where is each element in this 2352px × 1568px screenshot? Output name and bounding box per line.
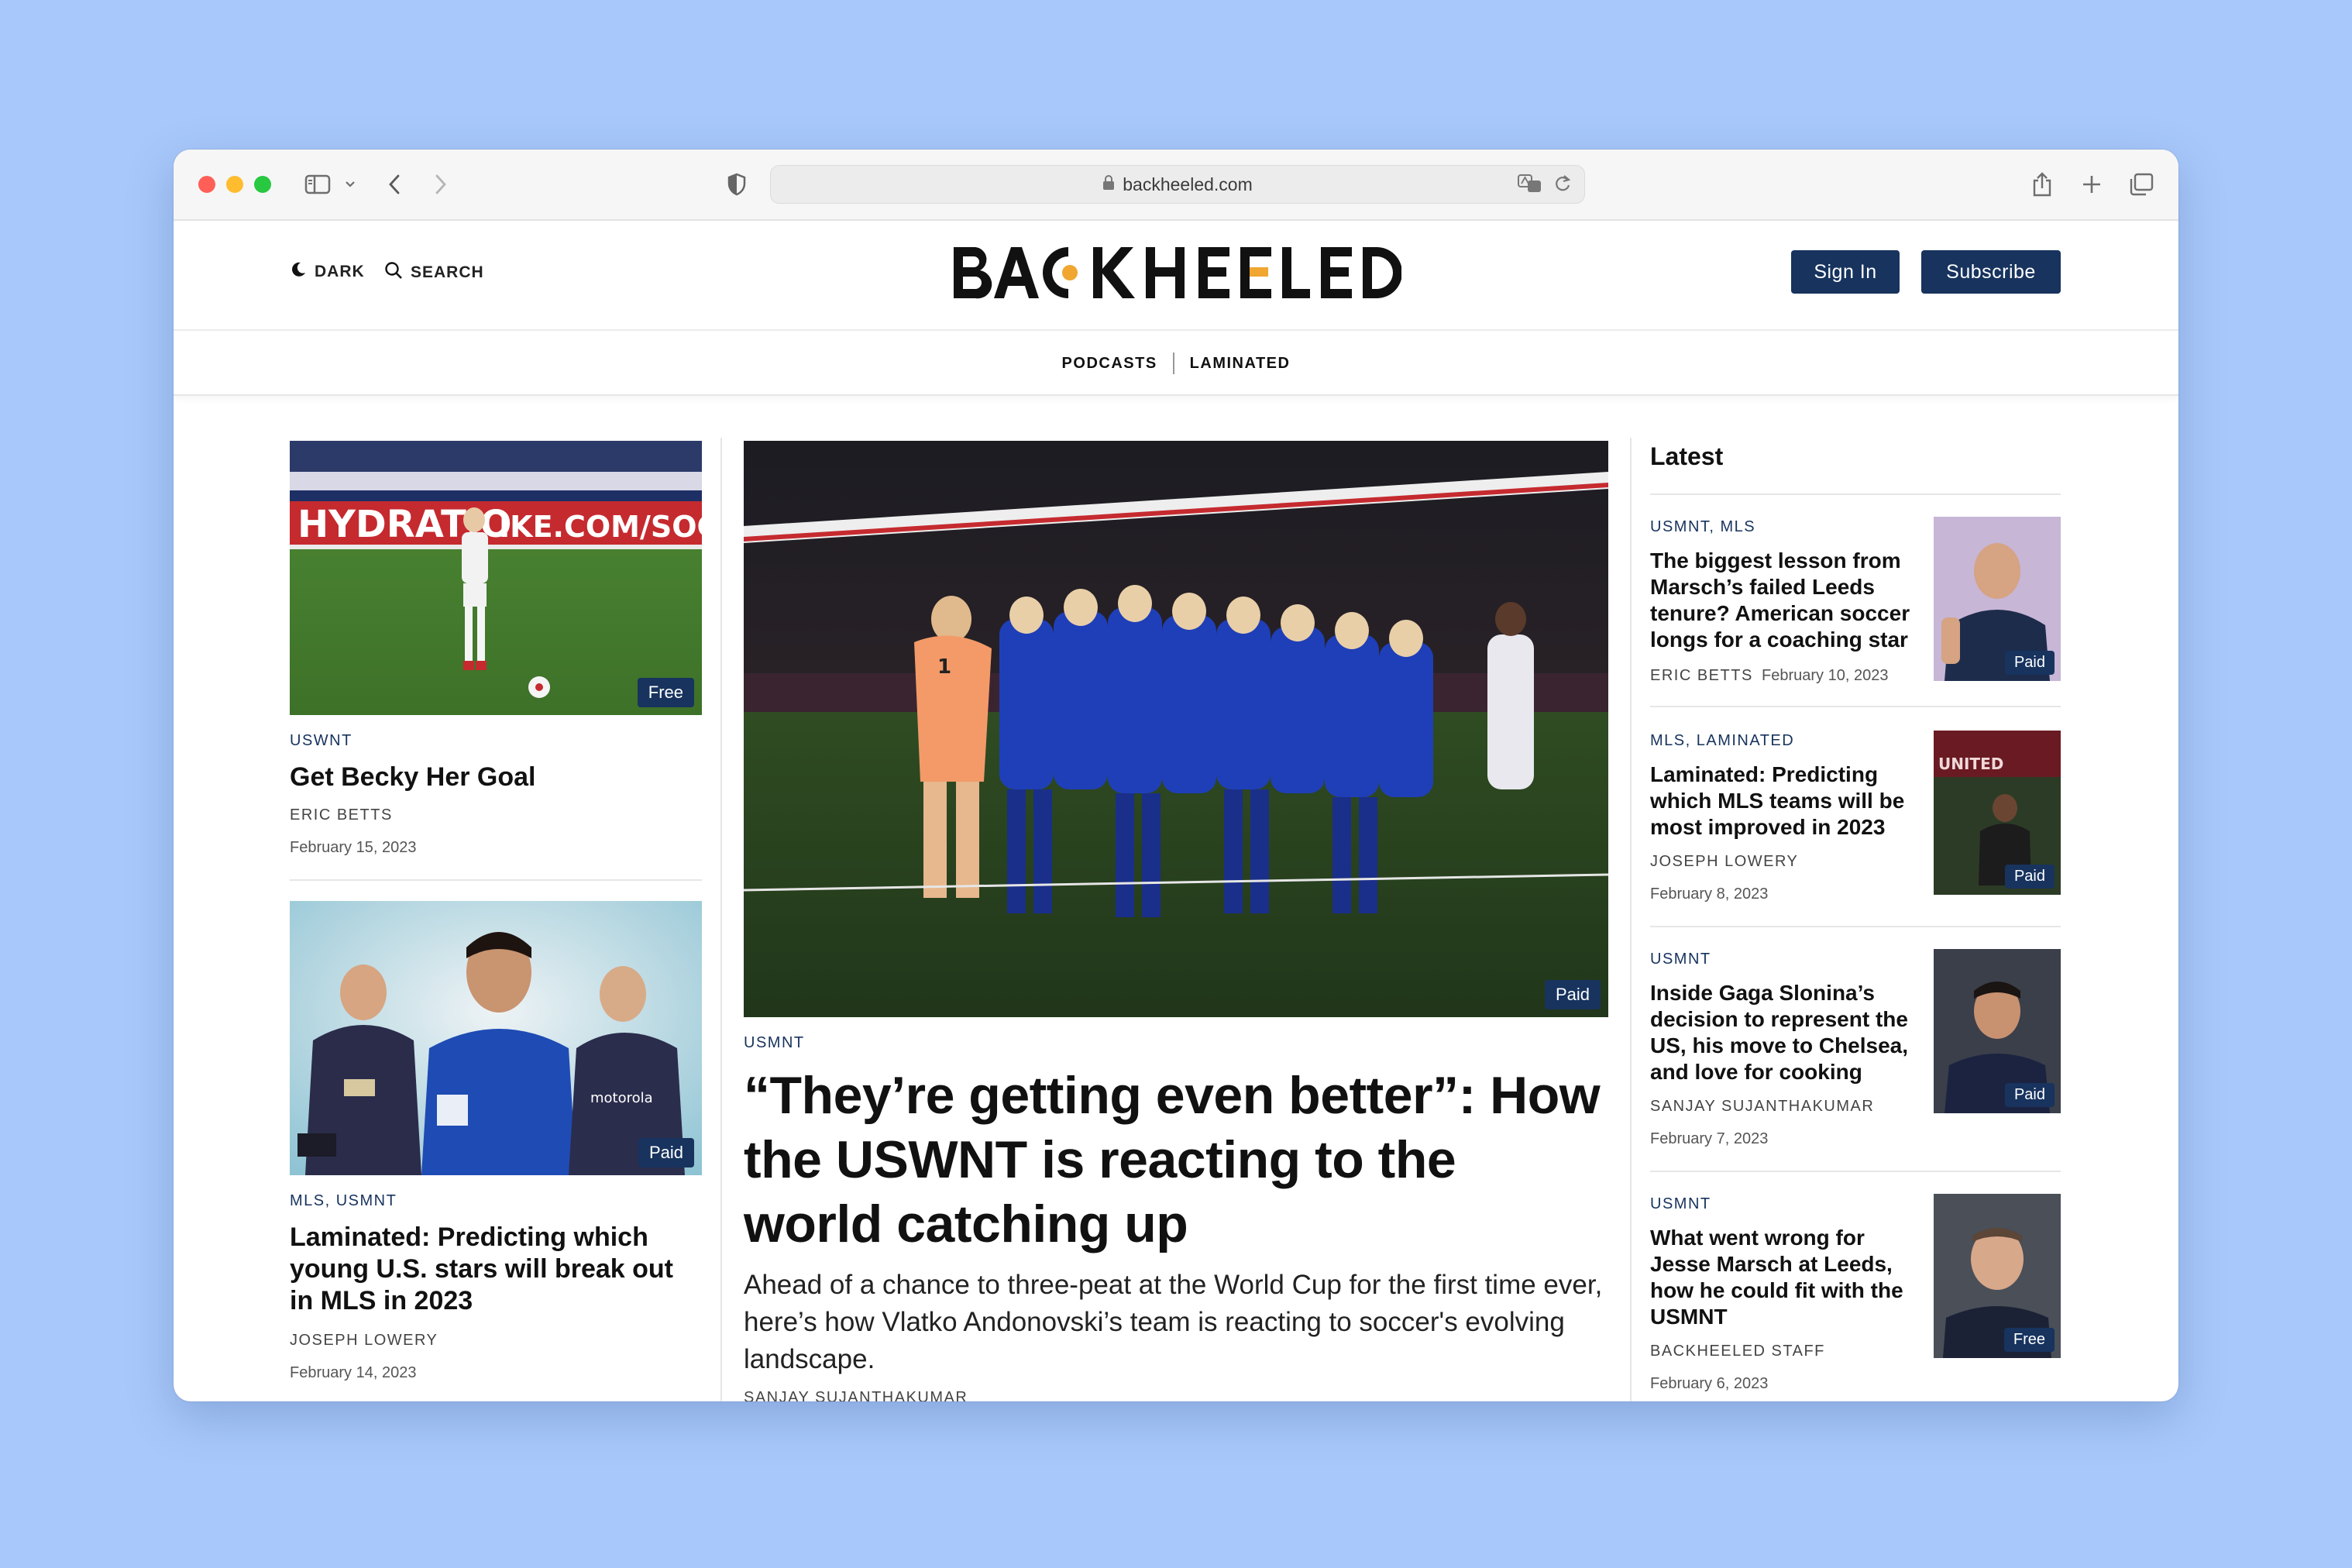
dark-label: DARK bbox=[315, 263, 365, 280]
article-title[interactable]: Laminated: Predicting which young U.S. s… bbox=[290, 1222, 702, 1317]
article-date: February 10, 2023 bbox=[1762, 667, 1889, 684]
thumb-jesse-marsch[interactable]: Free bbox=[1934, 1194, 2061, 1358]
feature-title[interactable]: “They’re getting even better”: How the U… bbox=[744, 1064, 1608, 1257]
article-author[interactable]: SANJAY SUJANTHAKUMAR bbox=[744, 1389, 968, 1401]
zoom-window-button[interactable] bbox=[254, 176, 271, 193]
thumb-slonina[interactable]: Paid bbox=[1934, 949, 2061, 1113]
subscribe-button[interactable]: Subscribe bbox=[1921, 250, 2061, 294]
access-badge: Free bbox=[2003, 1328, 2055, 1352]
browser-toolbar: backheeled.com bbox=[174, 150, 2178, 221]
svg-text:IKE.COM/SOCCER: IKE.COM/SOCCER bbox=[499, 510, 702, 544]
article-date: February 6, 2023 bbox=[1650, 1375, 1769, 1392]
article-title[interactable]: What went wrong for Jesse Marsch at Leed… bbox=[1650, 1225, 1929, 1330]
thumb-marsch[interactable]: Paid bbox=[1934, 517, 2061, 681]
latest-divider bbox=[1650, 493, 2061, 495]
article-author[interactable]: ERIC BETTS bbox=[1650, 667, 1753, 685]
article-tag[interactable]: USWNT bbox=[290, 732, 352, 750]
dark-mode-toggle[interactable]: DARK bbox=[290, 261, 365, 283]
svg-text:1: 1 bbox=[937, 655, 951, 679]
latest-heading: Latest bbox=[1650, 442, 1724, 470]
article-author[interactable]: JOSEPH LOWERY bbox=[1650, 853, 1798, 871]
reload-icon[interactable] bbox=[1553, 174, 1572, 198]
section-nav: PODCASTS LAMINATED bbox=[174, 331, 2178, 396]
minimize-window-button[interactable] bbox=[226, 176, 243, 193]
latest-divider bbox=[1650, 1171, 2061, 1172]
site-header: DARK SEARCH Sign In Subscribe bbox=[174, 221, 2178, 331]
article-author[interactable]: ERIC BETTS bbox=[290, 806, 393, 824]
article-divider bbox=[290, 879, 702, 881]
access-badge: Free bbox=[637, 678, 694, 707]
latest-divider bbox=[1650, 926, 2061, 927]
article-date: February 8, 2023 bbox=[1650, 885, 1769, 903]
nav-link-laminated[interactable]: LAMINATED bbox=[1190, 355, 1291, 373]
article-tag[interactable]: USMNT bbox=[1650, 951, 1711, 968]
column-divider bbox=[1630, 438, 1632, 1401]
lock-icon bbox=[1102, 174, 1115, 195]
access-badge: Paid bbox=[1544, 980, 1601, 1009]
article-title[interactable]: Get Becky Her Goal bbox=[290, 762, 702, 793]
article-tag[interactable]: USMNT bbox=[744, 1034, 805, 1052]
new-tab-icon[interactable] bbox=[2078, 168, 2106, 201]
article-author[interactable]: JOSEPH LOWERY bbox=[290, 1332, 438, 1350]
article-tag[interactable]: MLS, USMNT bbox=[290, 1192, 397, 1210]
article-tag[interactable]: USMNT, MLS bbox=[1650, 518, 1755, 536]
article-date: February 15, 2023 bbox=[290, 839, 417, 856]
article-image-becky[interactable]: HYDRATIO IKE.COM/SOCCER Free bbox=[290, 441, 702, 715]
nav-link-podcasts[interactable]: PODCASTS bbox=[1062, 355, 1157, 373]
site-logo[interactable] bbox=[952, 244, 1402, 306]
article-date: February 7, 2023 bbox=[1650, 1130, 1769, 1147]
search-icon bbox=[384, 261, 403, 284]
svg-text:UNITED: UNITED bbox=[1938, 755, 2003, 773]
sign-in-button[interactable]: Sign In bbox=[1791, 250, 1900, 294]
translate-icon[interactable] bbox=[1518, 174, 1542, 198]
chevron-down-icon[interactable] bbox=[342, 168, 358, 201]
feature-image-uswnt-huddle[interactable]: 1 Paid bbox=[744, 441, 1608, 1017]
article-tag[interactable]: USMNT bbox=[1650, 1195, 1711, 1213]
access-badge: Paid bbox=[2004, 865, 2055, 889]
feature-dek: Ahead of a chance to three-peat at the W… bbox=[744, 1270, 1603, 1374]
close-window-button[interactable] bbox=[198, 176, 215, 193]
sidebar-toggle-icon[interactable] bbox=[302, 168, 333, 201]
access-badge: Paid bbox=[2004, 651, 2055, 675]
tab-overview-icon[interactable] bbox=[2127, 168, 2155, 201]
search-label: SEARCH bbox=[411, 263, 484, 281]
address-bar[interactable]: backheeled.com bbox=[770, 165, 1585, 204]
latest-divider bbox=[1650, 706, 2061, 707]
article-author[interactable]: BACKHEELED STAFF bbox=[1650, 1343, 1825, 1360]
browser-window: backheeled.com DARK SEARCH Sign In Subsc… bbox=[174, 150, 2178, 1401]
access-badge: Paid bbox=[2004, 1083, 2055, 1107]
share-icon[interactable] bbox=[2028, 168, 2056, 201]
back-icon[interactable] bbox=[383, 168, 406, 201]
article-title[interactable]: Inside Gaga Slonina’s decision to repres… bbox=[1650, 980, 1929, 1085]
search-button[interactable]: SEARCH bbox=[384, 261, 484, 284]
moon-icon bbox=[290, 261, 307, 283]
article-author[interactable]: SANJAY SUJANTHAKUMAR bbox=[1650, 1098, 1874, 1116]
article-date: February 14, 2023 bbox=[290, 1364, 417, 1381]
url-text: backheeled.com bbox=[1123, 174, 1253, 194]
article-title[interactable]: The biggest lesson from Marsch’s failed … bbox=[1650, 548, 1929, 653]
article-image-young-stars[interactable]: motorola Paid bbox=[290, 901, 702, 1175]
article-tag[interactable]: MLS, LAMINATED bbox=[1650, 732, 1794, 750]
privacy-shield-icon[interactable] bbox=[725, 168, 748, 201]
access-badge: Paid bbox=[638, 1138, 694, 1167]
column-divider bbox=[720, 438, 722, 1401]
svg-text:motorola: motorola bbox=[590, 1090, 653, 1106]
forward-icon[interactable] bbox=[429, 168, 452, 201]
thumb-mls-teams[interactable]: UNITED Paid bbox=[1934, 731, 2061, 895]
article-title[interactable]: Laminated: Predicting which MLS teams wi… bbox=[1650, 762, 1929, 841]
nav-divider bbox=[1172, 352, 1174, 374]
